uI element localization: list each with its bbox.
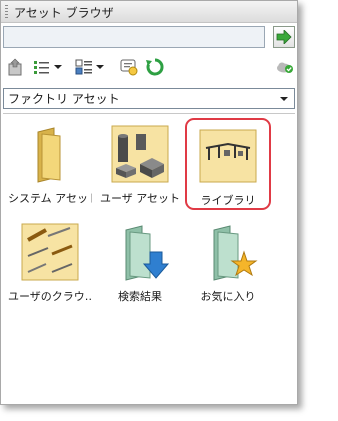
tile-label: ユーザ アセット	[99, 192, 181, 205]
asset-browser-panel: アセット ブラウザ ファクトリ アセット システム アセット ユーザ アセット …	[0, 0, 298, 405]
tip-button[interactable]	[120, 57, 138, 77]
parent-folder-button[interactable]	[7, 57, 23, 77]
view-mode-dropdown[interactable]	[33, 57, 62, 77]
list-view-icon	[34, 61, 49, 74]
display-options-dropdown[interactable]	[75, 57, 104, 77]
search-go-button[interactable]	[273, 26, 295, 48]
cloud-sync-icon	[277, 62, 293, 73]
chevron-down-icon	[280, 97, 288, 101]
tile-favorites[interactable]: お気に入り	[185, 216, 271, 308]
tile-library[interactable]: ライブラリ	[185, 118, 271, 210]
folder-icon	[20, 124, 80, 184]
tile-label: ユーザのクラウ…	[8, 290, 92, 303]
asset-grid: システム アセット ユーザ アセット ライブラリ ユーザのクラウ… 検索結果 お…	[3, 113, 295, 402]
tile-label: ライブラリ	[200, 194, 256, 207]
search-results-folder-icon	[110, 222, 170, 282]
refresh-button[interactable]	[145, 57, 165, 77]
parent-folder-icon	[8, 58, 22, 76]
chevron-down-icon	[96, 65, 104, 69]
tile-user-cloud[interactable]: ユーザのクラウ…	[7, 216, 93, 308]
chevron-down-icon	[54, 65, 62, 69]
cloud-folder-icon	[20, 222, 80, 282]
tile-label: お気に入り	[200, 290, 256, 303]
tile-search-results[interactable]: 検索結果	[97, 216, 183, 308]
panel-titlebar[interactable]: アセット ブラウザ	[1, 1, 297, 23]
assets-folder-icon	[110, 124, 170, 184]
refresh-icon	[146, 58, 164, 76]
tip-icon	[120, 59, 138, 76]
tile-user-assets[interactable]: ユーザ アセット	[97, 118, 183, 210]
favorites-folder-icon	[198, 222, 258, 282]
tile-label: システム アセット	[8, 192, 92, 205]
arrow-right-icon	[276, 30, 292, 44]
category-dropdown[interactable]: ファクトリ アセット	[3, 88, 295, 109]
drag-grip-icon[interactable]	[5, 5, 8, 18]
cloud-sync-status[interactable]	[276, 57, 294, 77]
library-folder-icon	[198, 126, 258, 186]
panel-title: アセット ブラウザ	[14, 6, 114, 20]
category-selected-value: ファクトリ アセット	[8, 92, 120, 106]
tile-system-assets[interactable]: システム アセット	[7, 118, 93, 210]
search-input[interactable]	[3, 26, 265, 48]
toolbar	[1, 57, 297, 79]
tile-label: 検索結果	[118, 290, 162, 303]
display-options-icon	[75, 59, 92, 75]
